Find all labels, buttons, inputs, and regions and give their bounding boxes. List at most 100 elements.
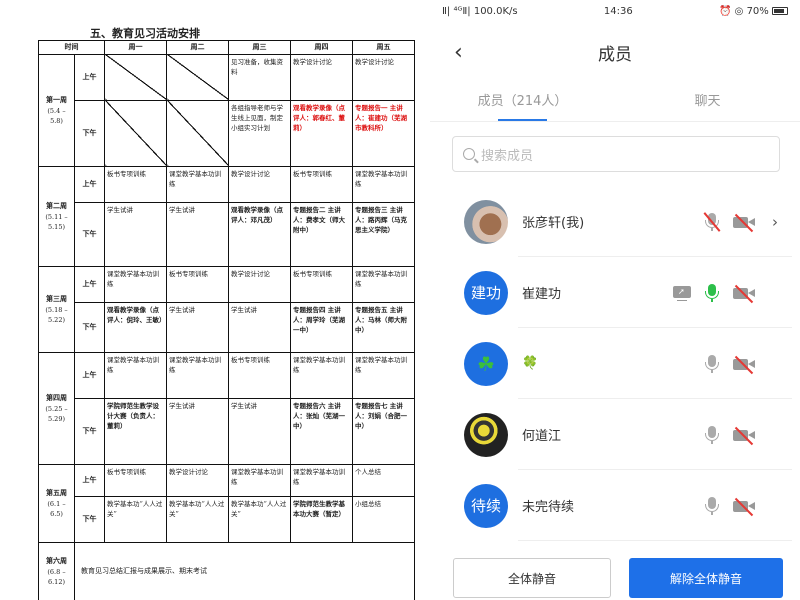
cell: 小组总结 — [352, 495, 415, 543]
member-name: 未完待续 — [522, 500, 575, 515]
cell: 观看教学录像（点评人：倪玲、王敏） — [104, 301, 167, 353]
list-item[interactable]: 建功 崔建功 ➚ — [430, 257, 800, 328]
schedule-table: 时间 周一 周二 周三 周四 周五 第一周 (5.4 –5.8) 上午 见习准备，… — [38, 40, 415, 600]
cell: 教学设计讨论 — [166, 463, 229, 497]
cell: 课堂教学基本功训练 — [166, 165, 229, 203]
cell: 观看教学录像（点评人：邓凡茂） — [228, 201, 291, 267]
back-icon[interactable]: ‹ — [454, 40, 463, 65]
member-list: 张彦轩(我) › 建功 崔建功 ➚ ☘ 🍀 何道江 待续 未完待续 — [430, 186, 800, 541]
clover-icon: ☘ — [477, 351, 495, 376]
table-row: 下午 教学基本功“人人过关” 教学基本功“人人过关” 教学基本功“人人过关” 学… — [39, 495, 415, 543]
list-item[interactable]: 张彦轩(我) › — [430, 186, 800, 257]
camera-off-icon[interactable] — [732, 496, 758, 516]
cell: 学生试讲 — [166, 201, 229, 267]
list-item[interactable]: 何道江 — [430, 399, 800, 470]
cell: 教学基本功“人人过关” — [166, 495, 229, 543]
cell: 课堂教学基本功训练 — [104, 265, 167, 303]
camera-off-icon[interactable] — [732, 212, 758, 232]
am-label: 上午 — [74, 265, 105, 303]
cell: 观看教学录像（点评人：郭春红、董莉） — [290, 99, 353, 167]
cell: 板书专项训练 — [104, 165, 167, 203]
table-row: 下午 学院师范生教学设计大赛（负责人：董莉） 学生试讲 学生试讲 专题报告六 主… — [39, 397, 415, 465]
table-row: 第四周 (5.25 –5.29) 上午 课堂教学基本功训练 课堂教学基本功训练 板… — [38, 351, 415, 465]
search-icon — [463, 148, 475, 160]
cell: 教学设计讨论 — [228, 165, 291, 203]
cell: 各组指导老师与学生线上见面，制定小组实习计划 — [228, 99, 291, 167]
week-label: 第四周 (5.25 –5.29) — [38, 351, 75, 465]
pm-label: 下午 — [74, 99, 105, 167]
table-row: 第五周 (6.1 –6.5) 上午 板书专项训练 教学设计讨论 课堂教学基本功训练… — [38, 463, 415, 543]
header-fri: 周五 — [352, 40, 415, 55]
week-label: 第六周 (6.8 –6.12) — [38, 541, 75, 600]
cell: 专题报告六 主讲人：张灿（芜湖一中） — [290, 397, 353, 465]
am-label: 上午 — [74, 53, 105, 101]
pm-label: 下午 — [74, 397, 105, 465]
schedule-document: 五、教育见习活动安排 时间 周一 周二 周三 周四 周五 第一周 (5.4 –5.… — [0, 0, 430, 600]
empty-cell — [166, 53, 229, 101]
cell: 学院师范生教学设计大赛（负责人：董莉） — [104, 397, 167, 465]
avatar — [464, 412, 508, 457]
cell: 课堂教学基本功训练 — [104, 351, 167, 399]
table-row: 第二周 (5.11 –5.15) 上午 板书专项训练 课堂教学基本功训练 教学设计… — [38, 165, 415, 267]
table-row: 第一周 (5.4 –5.8) 上午 见习准备，收集资料 教学设计讨论 教学设计讨论 — [38, 53, 415, 167]
table-row: 下午 观看教学录像（点评人：倪玲、王敏） 学生试讲 学生试讲 专题报告四 主讲人… — [39, 301, 415, 353]
tab-chat[interactable]: 聊天 — [615, 82, 800, 121]
member-name: 🍀 — [522, 356, 539, 371]
status-bar: Ⅱ| ⁴ᴳⅡ| 100.0K/s 14:36 ⏰ ◎ 70% — [430, 0, 800, 22]
mic-icon[interactable] — [702, 425, 722, 445]
chevron-right-icon[interactable]: › — [772, 213, 782, 231]
cell: 见习准备，收集资料 — [228, 53, 291, 101]
am-label: 上午 — [74, 351, 105, 399]
top-bar: ‹ 成员 — [430, 22, 800, 82]
cell: 专题报告二 主讲人：费孝文（师大附中） — [290, 201, 353, 267]
mute-all-button[interactable]: 全体静音 — [453, 558, 611, 598]
table-header-row: 时间 周一 周二 周三 周四 周五 — [38, 40, 415, 55]
tab-members[interactable]: 成员（214人） — [430, 82, 615, 121]
cell: 学院师范生教学基本功大赛（暂定） — [290, 495, 353, 543]
avatar — [464, 199, 508, 244]
am-label: 上午 — [74, 463, 105, 497]
cell: 板书专项训练 — [166, 265, 229, 303]
camera-off-icon[interactable] — [732, 425, 758, 445]
week-label: 第一周 (5.4 –5.8) — [38, 53, 75, 167]
table-row: 第三周 (5.18 –5.22) 上午 课堂教学基本功训练 板书专项训练 教学设计… — [38, 265, 415, 353]
cell: 教学设计讨论 — [290, 53, 353, 101]
header-mon: 周一 — [104, 40, 167, 55]
cell: 教学基本功“人人过关” — [104, 495, 167, 543]
list-item[interactable]: 待续 未完待续 — [430, 470, 800, 541]
pm-label: 下午 — [74, 301, 105, 353]
avatar: ☘ — [464, 341, 508, 386]
camera-off-icon[interactable] — [732, 283, 758, 303]
cell: 专题报告三 主讲人：路丙辉（马克思主义学院） — [352, 201, 415, 267]
search-input[interactable]: 搜索成员 — [452, 136, 780, 172]
mic-active-icon[interactable] — [702, 283, 722, 303]
camera-off-icon[interactable] — [732, 354, 758, 374]
table-row: 下午 学生试讲 学生试讲 观看教学录像（点评人：邓凡茂） 专题报告二 主讲人：费… — [39, 201, 415, 267]
clock: 14:36 — [603, 5, 633, 17]
cell: 专题报告一 主讲人：崔建功（芜湖市教科所） — [352, 99, 415, 167]
cell: 学生试讲 — [228, 301, 291, 353]
member-name: 崔建功 — [522, 287, 562, 302]
cell: 课堂教学基本功训练 — [352, 351, 415, 399]
cell: 课堂教学基本功训练 — [228, 463, 291, 497]
mic-muted-icon[interactable] — [702, 211, 722, 232]
cell: 课堂教学基本功训练 — [166, 351, 229, 399]
cell: 个人总结 — [352, 463, 415, 497]
header-tue: 周二 — [166, 40, 229, 55]
merged-cell: 教育见习总结汇报与成果展示、期末考试 — [74, 541, 415, 600]
mic-icon[interactable] — [702, 354, 722, 374]
document-title: 五、教育见习活动安排 — [90, 27, 200, 40]
cell: 学生试讲 — [166, 301, 229, 353]
cell: 专题报告七 主讲人：刘娟（合肥一中） — [352, 397, 415, 465]
cell: 板书专项训练 — [290, 265, 353, 303]
header-thu: 周四 — [290, 40, 353, 55]
empty-cell — [104, 99, 167, 167]
cell: 板书专项训练 — [228, 351, 291, 399]
battery-icon — [771, 6, 788, 15]
list-item[interactable]: ☘ 🍀 — [430, 328, 800, 399]
cell: 教学设计讨论 — [228, 265, 291, 303]
unmute-all-button[interactable]: 解除全体静音 — [629, 558, 783, 598]
mic-icon[interactable] — [702, 496, 722, 516]
screen-share-icon[interactable]: ➚ — [672, 283, 692, 303]
tab-bar: 成员（214人） 聊天 — [430, 82, 800, 122]
